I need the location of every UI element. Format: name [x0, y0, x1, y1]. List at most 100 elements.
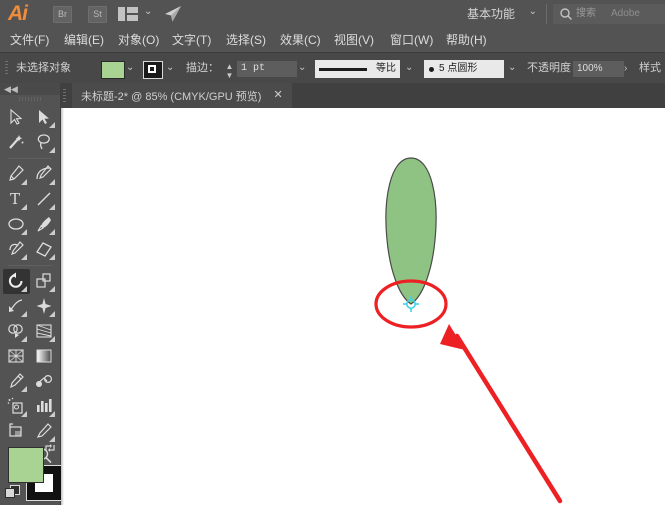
close-icon[interactable]: ✕ [273, 90, 282, 101]
tool-row [0, 130, 60, 155]
curvature-tool[interactable] [31, 162, 58, 187]
tool-row [0, 369, 60, 394]
chevron-down-icon[interactable]: ⌄ [405, 62, 413, 73]
chevron-down-icon[interactable]: ⌄ [166, 62, 174, 73]
illustrator-window: Ai Br St ⌄ 基本功能 ⌄ 搜索 Adobe 文件(F) 编辑(E) 对… [0, 0, 665, 505]
brush-preview-icon [429, 67, 434, 72]
symbol-sprayer-tool[interactable] [3, 394, 30, 419]
control-bar-grip[interactable] [5, 61, 8, 76]
menu-help[interactable]: 帮助(H) [440, 28, 493, 52]
tool-row [0, 294, 60, 319]
column-graph-tool[interactable] [31, 394, 58, 419]
artwork-svg [374, 157, 563, 504]
opacity-input[interactable]: 100% [573, 61, 624, 77]
collapse-panel-icon[interactable]: ◀◀ [4, 83, 18, 95]
default-fill-stroke-icon[interactable] [5, 485, 20, 499]
search-placeholder: 搜索 [576, 8, 596, 19]
magic-wand-tool[interactable] [3, 130, 30, 155]
arrange-documents-icon[interactable] [118, 7, 138, 21]
tool-row [0, 394, 60, 419]
shaper-tool[interactable] [3, 237, 30, 262]
stroke-color-swatch[interactable] [143, 61, 163, 79]
chevron-down-icon[interactable]: ⌄ [529, 6, 537, 17]
search-brand-label: Adobe [611, 8, 640, 19]
application-bar: Ai Br St ⌄ 基本功能 ⌄ 搜索 Adobe [0, 0, 665, 28]
brush-definition-dropdown[interactable]: 5 点圆形 [424, 60, 504, 78]
tools-panel-grip[interactable] [19, 97, 43, 101]
tool-row [0, 162, 60, 187]
tool-separator [8, 158, 52, 159]
eyedropper-tool[interactable] [3, 369, 30, 394]
width-tool[interactable] [3, 294, 30, 319]
blend-tool[interactable] [31, 369, 58, 394]
fill-color-swatch[interactable] [101, 61, 125, 79]
app-logo-icon: Ai [8, 2, 28, 25]
bridge-button[interactable]: Br [53, 6, 72, 23]
stroke-profile-preview-icon [319, 68, 367, 71]
search-icon [559, 7, 573, 21]
gradient-tool[interactable] [31, 344, 58, 369]
menu-effect[interactable]: 效果(C) [274, 28, 327, 52]
document-tab[interactable]: 未标题-2* @ 85% (CMYK/GPU 预览) ✕ [72, 83, 292, 108]
stroke-weight-label[interactable]: 描边： [186, 53, 219, 85]
menu-file[interactable]: 文件(F) [4, 28, 55, 52]
perspective-grid-tool[interactable] [31, 319, 58, 344]
rotate-tool[interactable] [3, 269, 30, 294]
fill-swatch-large[interactable] [8, 447, 44, 483]
tool-row [0, 212, 60, 237]
menu-type[interactable]: 文字(T) [166, 28, 217, 52]
stock-button[interactable]: St [88, 6, 107, 23]
tool-row [0, 269, 60, 294]
lasso-tool[interactable] [31, 130, 58, 155]
search-input[interactable]: 搜索 Adobe [553, 4, 665, 24]
stroke-profile-dropdown[interactable]: 等比 [315, 60, 400, 78]
chevron-down-icon[interactable]: ⌄ [508, 62, 516, 73]
chevron-down-icon[interactable]: ⌄ [126, 62, 134, 73]
stroke-weight-stepper[interactable]: ▲ ▼ [225, 62, 234, 80]
menu-view[interactable]: 视图(V) [328, 28, 380, 52]
canvas-edge-shadow [61, 108, 64, 505]
selection-status-label: 未选择对象 [16, 62, 71, 74]
mesh-tool[interactable] [3, 344, 30, 369]
stroke-weight-input[interactable]: 1 pt [237, 61, 297, 77]
style-label[interactable]: 样式 [639, 53, 661, 84]
line-segment-tool[interactable] [31, 187, 58, 212]
workspace-selector[interactable]: 基本功能 [467, 4, 515, 24]
svg-text:T: T [10, 190, 20, 208]
rocket-icon[interactable] [163, 5, 183, 23]
scale-tool[interactable] [31, 269, 58, 294]
tools-list: T [0, 105, 60, 476]
canvas-artboard[interactable] [61, 108, 665, 505]
menu-object[interactable]: 对象(O) [112, 28, 165, 52]
eraser-tool[interactable] [31, 237, 58, 262]
menu-bar: 文件(F) 编辑(E) 对象(O) 文字(T) 选择(S) 效果(C) 视图(V… [0, 28, 665, 52]
tools-panel-header: ◀◀ [0, 83, 60, 95]
fill-stroke-controls [0, 439, 62, 505]
tool-row [0, 344, 60, 369]
tool-row: T [0, 187, 60, 212]
chevron-down-icon[interactable]: ⌄ [144, 6, 152, 17]
menu-edit[interactable]: 编辑(E) [58, 28, 110, 52]
menu-select[interactable]: 选择(S) [220, 28, 272, 52]
tool-row [0, 105, 60, 130]
tools-panel: ◀◀ T [0, 83, 62, 505]
opacity-expand-icon[interactable]: › [624, 61, 627, 77]
type-tool[interactable]: T [3, 187, 30, 212]
paintbrush-tool[interactable] [31, 212, 58, 237]
tab-bar-grip[interactable] [63, 89, 66, 102]
free-transform-tool[interactable] [31, 294, 58, 319]
selection-tool[interactable] [3, 105, 30, 130]
menu-window[interactable]: 窗口(W) [384, 28, 439, 52]
swap-fill-stroke-icon[interactable] [44, 441, 56, 453]
tool-row [0, 319, 60, 344]
document-tab-bar: 未标题-2* @ 85% (CMYK/GPU 预览) ✕ [60, 83, 665, 108]
divider [546, 4, 547, 24]
stroke-profile-label: 等比 [376, 63, 396, 74]
control-bar: 未选择对象 ⌄ ⌄ 描边： ▲ ▼ 1 pt ⌄ 等比 ⌄ 5 点圆形 ⌄ 不透明… [0, 52, 665, 85]
chevron-down-icon[interactable]: ⌄ [298, 62, 306, 73]
shape-builder-tool[interactable] [3, 319, 30, 344]
tool-separator [8, 265, 52, 266]
direct-selection-tool[interactable] [31, 105, 58, 130]
pen-tool[interactable] [3, 162, 30, 187]
ellipse-tool[interactable] [3, 212, 30, 237]
